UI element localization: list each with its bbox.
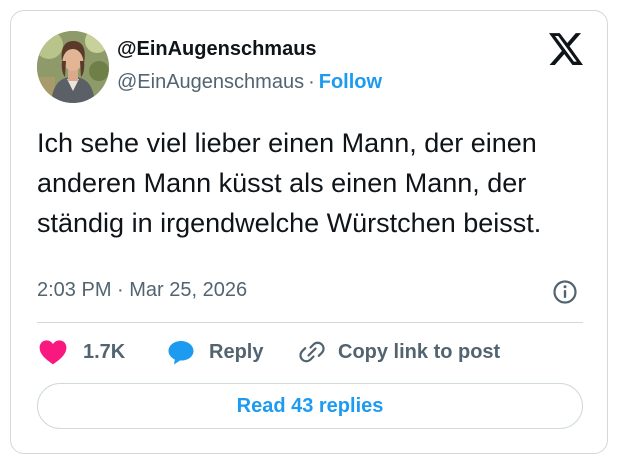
author-handle[interactable]: @EinAugenschmaus — [117, 71, 304, 93]
heart-icon — [39, 339, 67, 365]
link-icon — [298, 338, 326, 366]
reply-label: Reply — [209, 340, 264, 363]
like-button[interactable]: 1.7K — [39, 337, 125, 367]
copy-link-label: Copy link to post — [338, 340, 501, 363]
author-handle-row: @EinAugenschmaus · Follow — [117, 71, 382, 94]
speech-bubble-icon — [167, 339, 195, 365]
divider — [37, 322, 583, 323]
copy-link-button[interactable]: Copy link to post — [298, 337, 500, 367]
reply-button[interactable]: Reply — [167, 337, 263, 367]
follow-button[interactable]: Follow — [319, 71, 382, 93]
tweet-text: Ich sehe viel lieber einen Mann, der ein… — [37, 128, 542, 238]
info-icon[interactable] — [552, 279, 578, 305]
like-count: 1.7K — [83, 340, 126, 363]
tweet-timestamp[interactable]: 2:03 PM · Mar 25, 2026 — [37, 279, 247, 302]
x-logo-icon[interactable] — [549, 33, 583, 65]
tweet-card: @EinAugenschmaus @EinAugenschmaus · Follow… — [10, 10, 608, 454]
separator-dot: · — [308, 71, 315, 93]
profile-photo — [37, 31, 109, 103]
read-replies-button[interactable]: Read 43 replies — [37, 383, 583, 429]
author-avatar[interactable] — [37, 31, 109, 103]
author-display-name[interactable]: @EinAugenschmaus — [117, 38, 317, 61]
